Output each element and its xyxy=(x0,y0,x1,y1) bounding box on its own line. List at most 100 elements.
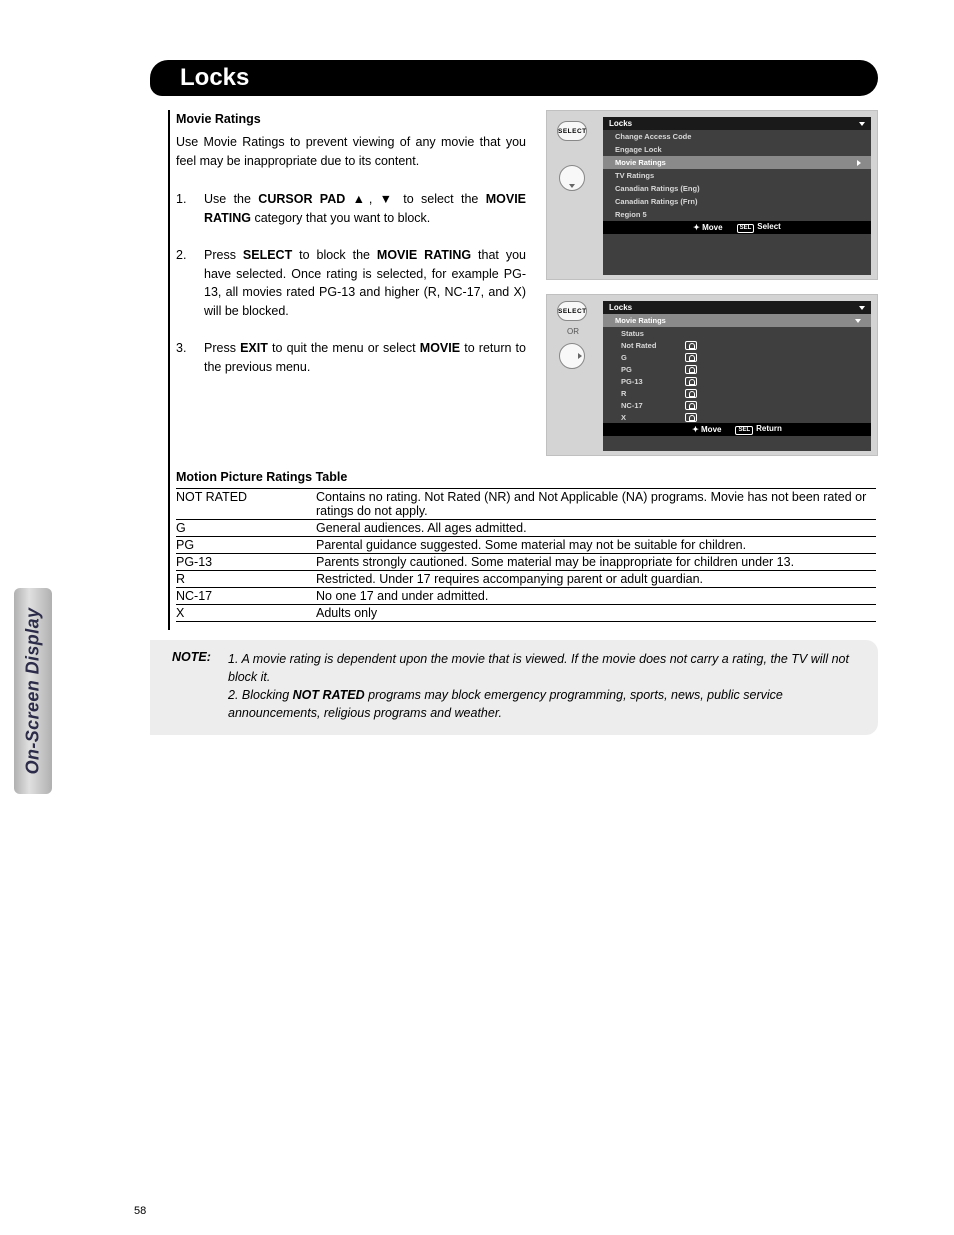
intro-paragraph: Use Movie Ratings to prevent viewing of … xyxy=(176,133,526,171)
osd-rating-label: PG-13 xyxy=(621,377,681,386)
text: to quit the menu or select xyxy=(268,341,420,355)
osd-item-label: Canadian Ratings (Eng) xyxy=(615,184,700,193)
osd-return-hint: SELReturn xyxy=(735,424,781,435)
note-body: 1. A movie rating is dependent upon the … xyxy=(228,650,856,686)
osd-title-row: Locks xyxy=(603,301,871,314)
osd-footer: ✦ Move SELReturn xyxy=(603,423,871,436)
text: category that you want to block. xyxy=(251,211,430,225)
text: Press xyxy=(204,341,240,355)
section-tab-label: On-Screen Display xyxy=(23,608,44,775)
osd-rating-label: Not Rated xyxy=(621,341,681,350)
osd-rating-row: G xyxy=(603,351,871,363)
dropdown-icon xyxy=(859,122,865,126)
remote-select-button-icon: SELECT xyxy=(557,121,587,141)
step-number: 2. xyxy=(176,246,204,321)
rating-desc: Adults only xyxy=(316,605,876,622)
osd-menu-movie-ratings: Locks Movie Ratings Status Not Rated G PG P… xyxy=(603,301,871,451)
vertical-rule xyxy=(168,110,170,630)
sel-badge: SEL xyxy=(735,426,753,435)
osd-item-label: TV Ratings xyxy=(615,171,654,180)
osd-status-header: Status xyxy=(603,327,871,339)
rating-desc: Parents strongly cautioned. Some materia… xyxy=(316,554,876,571)
osd-item-label: Change Access Code xyxy=(615,132,691,141)
rating-code: X xyxy=(176,605,316,622)
osd-rating-label: R xyxy=(621,389,681,398)
osd-select-hint: SELSelect xyxy=(737,222,781,233)
osd-rating-row: PG xyxy=(603,363,871,375)
osd-menu-item: Canadian Ratings (Eng) xyxy=(603,182,871,195)
remote-cursor-pad-icon xyxy=(559,165,585,191)
osd-menu-item: Canadian Ratings (Frn) xyxy=(603,195,871,208)
osd-menu-item: Movie Ratings xyxy=(603,156,871,169)
step-number: 1. xyxy=(176,190,204,228)
osd-footer: ✦ Move SELSelect xyxy=(603,221,871,234)
step-body: Press EXIT to quit the menu or select MO… xyxy=(204,339,526,377)
text: to block the xyxy=(292,248,377,262)
lock-icon xyxy=(685,413,697,422)
table-row: XAdults only xyxy=(176,605,876,622)
text: Move xyxy=(701,425,721,434)
table-row: RRestricted. Under 17 requires accompany… xyxy=(176,571,876,588)
rating-code: PG-13 xyxy=(176,554,316,571)
remote-select-button-icon: SELECT xyxy=(557,301,587,321)
lock-icon xyxy=(685,353,697,362)
osd-panel-2: SELECT OR Locks Movie Ratings Status Not… xyxy=(546,294,878,456)
note-label: NOTE: xyxy=(172,650,228,686)
table-row: NOT RATEDContains no rating. Not Rated (… xyxy=(176,489,876,520)
osd-item-label: Movie Ratings xyxy=(615,158,666,167)
table-row: PGParental guidance suggested. Some mate… xyxy=(176,537,876,554)
rating-desc: Parental guidance suggested. Some materi… xyxy=(316,537,876,554)
subsection-heading: Movie Ratings xyxy=(176,110,526,129)
note-row-2: 2. Blocking NOT RATED programs may block… xyxy=(172,686,856,722)
sel-badge: SEL xyxy=(737,224,755,233)
dropdown-icon xyxy=(855,319,861,323)
lock-icon xyxy=(685,401,697,410)
osd-subtitle-row: Movie Ratings xyxy=(603,314,871,327)
step-number: 3. xyxy=(176,339,204,377)
page-number: 58 xyxy=(134,1205,146,1217)
text-bold: EXIT xyxy=(240,341,268,355)
rating-desc: No one 17 and under admitted. xyxy=(316,588,876,605)
osd-move-hint: ✦ Move xyxy=(693,223,722,232)
osd-rating-label: G xyxy=(621,353,681,362)
text: Move xyxy=(702,223,722,232)
osd-panel-1: SELECT Locks Change Access Code Engage Lo… xyxy=(546,110,878,280)
ratings-table-section: Motion Picture Ratings Table NOT RATEDCo… xyxy=(176,470,876,622)
table-heading: Motion Picture Ratings Table xyxy=(176,470,876,484)
osd-item-label: Region 5 xyxy=(615,210,647,219)
text: Select xyxy=(757,222,781,231)
step-body: Use the CURSOR PAD ▲, ▼ to select the MO… xyxy=(204,190,526,228)
text: Return xyxy=(756,424,782,433)
ratings-table: NOT RATEDContains no rating. Not Rated (… xyxy=(176,488,876,622)
osd-rating-label: X xyxy=(621,413,681,422)
rating-code: PG xyxy=(176,537,316,554)
text: 1. xyxy=(228,652,238,666)
osd-title: Locks xyxy=(609,303,632,312)
rating-desc: Contains no rating. Not Rated (NR) and N… xyxy=(316,489,876,520)
osd-title-row: Locks xyxy=(603,117,871,130)
rating-desc: General audiences. All ages admitted. xyxy=(316,520,876,537)
osd-title: Locks xyxy=(609,119,632,128)
text: Use the xyxy=(204,192,258,206)
note-row-1: NOTE: 1. A movie rating is dependent upo… xyxy=(172,650,856,686)
text-bold: SELECT xyxy=(243,248,292,262)
arrow-down-icon xyxy=(569,184,575,188)
text: 2. xyxy=(228,688,238,702)
osd-rating-row: PG-13 xyxy=(603,375,871,387)
step-3: 3. Press EXIT to quit the menu or select… xyxy=(176,339,526,377)
rating-desc: Restricted. Under 17 requires accompanyi… xyxy=(316,571,876,588)
text-bold: MOVIE RATING xyxy=(377,248,471,262)
lock-icon xyxy=(685,341,697,350)
remote-select-label: SELECT xyxy=(558,122,586,142)
note-body: 2. Blocking NOT RATED programs may block… xyxy=(228,686,856,722)
remote-cursor-pad-icon xyxy=(559,343,585,369)
rating-code: G xyxy=(176,520,316,537)
note-box: NOTE: 1. A movie rating is dependent upo… xyxy=(150,640,878,735)
osd-rating-label: PG xyxy=(621,365,681,374)
osd-item-label: Engage Lock xyxy=(615,145,662,154)
section-header: Locks xyxy=(150,60,878,96)
step-body: Press SELECT to block the MOVIE RATING t… xyxy=(204,246,526,321)
rating-code: R xyxy=(176,571,316,588)
section-title: Locks xyxy=(150,60,878,96)
table-row: GGeneral audiences. All ages admitted. xyxy=(176,520,876,537)
